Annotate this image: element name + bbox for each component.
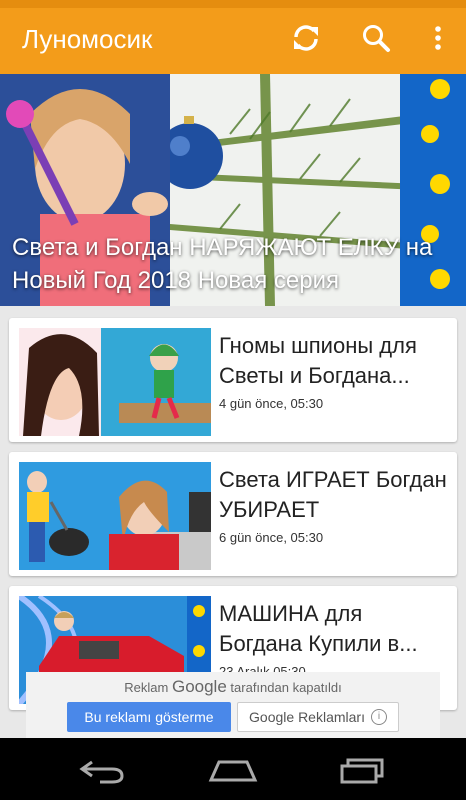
video-date: 6 gün önce, 05:30	[219, 530, 324, 545]
overflow-menu-button[interactable]	[420, 20, 456, 56]
video-thumbnail	[19, 328, 211, 436]
google-logo-text: Google	[171, 677, 227, 696]
search-button[interactable]	[358, 20, 394, 56]
video-title: Гномы шпионы для Светы и Богдана...	[219, 333, 417, 388]
video-date: 4 gün önce, 05:30	[219, 396, 324, 411]
featured-video-title: Света и Богдан НАРЯЖАЮТ ЕЛКУ на Новый Го…	[12, 234, 433, 294]
back-icon	[79, 760, 124, 784]
recents-icon	[340, 758, 384, 784]
video-thumbnail	[19, 462, 211, 570]
app-title: Лунoмосик	[22, 24, 153, 54]
info-icon: i	[370, 709, 387, 725]
home-icon	[208, 760, 258, 782]
google-ads-button[interactable]: Google Reklamları i	[237, 702, 399, 732]
video-title: Света ИГРАЕТ Богдан УБИРАЕТ	[219, 467, 447, 522]
video-title: МАШИНА для Богдана Купили в...	[219, 601, 418, 656]
google-ads-label: Google Reklamları	[249, 709, 365, 725]
refresh-button[interactable]	[288, 20, 324, 56]
status-bar	[0, 0, 466, 8]
featured-video[interactable]: Света и Богдан НАРЯЖАЮТ ЕЛКУ на Новый Го…	[0, 74, 466, 306]
refresh-icon	[294, 25, 318, 51]
app-bar: Лунoмосик	[0, 0, 466, 74]
back-button[interactable]	[72, 752, 132, 788]
video-card[interactable]: Света ИГРАЕТ Богдан УБИРАЕТ 6 gün önce, …	[9, 452, 457, 576]
ad-notice-suffix: tarafından kapatıldı	[230, 680, 342, 695]
ad-banner: Reklam Google tarafından kapatıldı Bu re…	[26, 672, 440, 738]
dont-show-ad-button[interactable]: Bu reklamı gösterme	[67, 702, 231, 732]
ad-notice-prefix: Reklam	[124, 680, 169, 695]
more-vert-icon	[435, 26, 441, 50]
search-icon	[363, 25, 390, 52]
ad-closed-notice: Reklam Google tarafından kapatıldı	[26, 677, 440, 697]
video-card[interactable]: Гномы шпионы для Светы и Богдана... 4 gü…	[9, 318, 457, 442]
recents-button[interactable]	[332, 752, 392, 788]
home-button[interactable]	[203, 752, 263, 788]
navigation-bar	[0, 738, 466, 800]
